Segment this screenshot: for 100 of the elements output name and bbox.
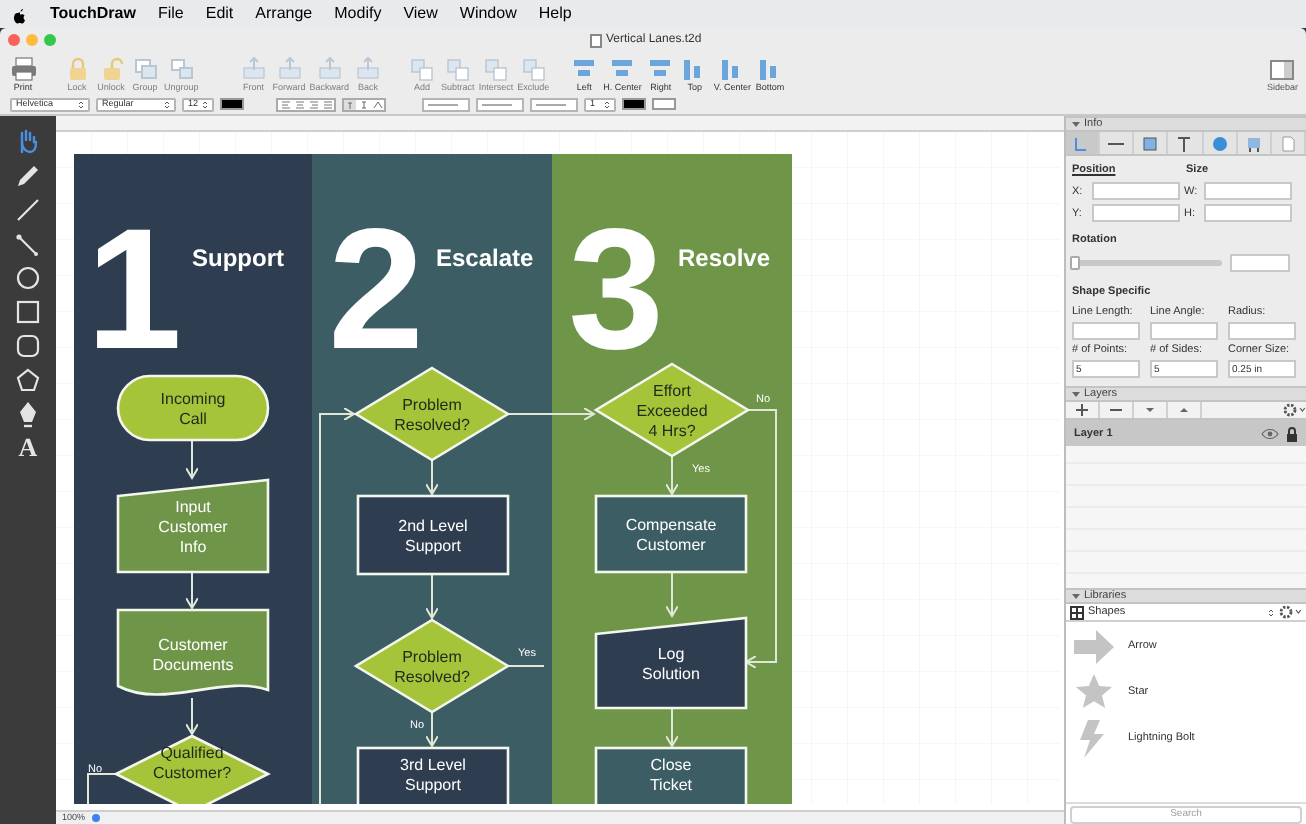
menu-item[interactable]: File xyxy=(157,2,184,26)
menu-item[interactable]: Help xyxy=(538,2,572,26)
rounded-rectangle-tool-icon[interactable] xyxy=(14,332,42,360)
shape-label: Compensate Customer xyxy=(625,516,717,554)
align-horizontal-icon xyxy=(608,56,637,82)
shape-combine-icon xyxy=(481,56,510,82)
fill-square-icon[interactable] xyxy=(1140,133,1161,153)
shape-label: Qualified Customer? xyxy=(152,744,232,782)
app-menu[interactable]: TouchDraw xyxy=(50,2,136,26)
zoom-button[interactable] xyxy=(44,34,56,46)
connector-arrow xyxy=(665,455,679,495)
menu-item[interactable]: Window xyxy=(459,2,517,26)
rotation-slider[interactable] xyxy=(1072,259,1222,265)
polygon-tool-icon[interactable] xyxy=(14,366,42,394)
arrow-shape-icon xyxy=(1072,625,1116,666)
menu-item[interactable]: Edit xyxy=(205,2,234,26)
input-field[interactable] xyxy=(1150,322,1218,340)
shape-label: Input Customer Info xyxy=(158,498,228,556)
disclosure-triangle-icon[interactable] xyxy=(1072,390,1080,399)
layer-order-icon xyxy=(354,56,383,82)
shape-label: Incoming Call xyxy=(160,390,226,428)
shape-label: Customer Documents xyxy=(152,636,234,674)
printer-icon xyxy=(9,56,37,82)
shape-combine-icon xyxy=(519,56,548,82)
connector-arrow xyxy=(425,573,439,619)
pencil-tool-icon[interactable] xyxy=(14,162,42,190)
document-icon xyxy=(590,34,602,48)
text-color-swatch[interactable] xyxy=(220,98,244,110)
shape-label: Effort Exceeded 4 Hrs? xyxy=(636,382,708,440)
eye-icon[interactable] xyxy=(1260,427,1280,440)
layer-order-icon xyxy=(239,56,268,82)
text-tool[interactable]: A xyxy=(18,434,38,462)
shape-label: Problem Resolved? xyxy=(394,396,470,434)
line-sample-icon xyxy=(428,101,458,107)
gear-icon[interactable] xyxy=(1278,604,1302,621)
close-button[interactable] xyxy=(8,34,20,46)
grid-icon xyxy=(1070,605,1084,620)
align-horizontal-icon xyxy=(570,56,599,82)
shape-label: Close Ticket xyxy=(649,756,693,794)
input-field[interactable] xyxy=(1230,253,1290,271)
pen-tool-icon[interactable] xyxy=(14,400,42,428)
circle-icon[interactable] xyxy=(1209,133,1230,153)
line-style-dropdown[interactable] xyxy=(476,97,524,111)
add-icon[interactable] xyxy=(1074,402,1090,419)
line-tool-icon[interactable] xyxy=(14,196,42,224)
slider-thumb[interactable] xyxy=(1070,255,1080,269)
connector-arrow xyxy=(425,711,439,747)
input-field[interactable] xyxy=(1092,182,1180,201)
lane-title: Escalate xyxy=(436,244,534,272)
image-icon[interactable] xyxy=(1243,133,1264,153)
group-icon xyxy=(131,56,159,82)
lane-title: Resolve xyxy=(678,244,771,272)
disclosure-triangle-icon[interactable] xyxy=(1072,120,1080,128)
connector-arrow xyxy=(185,697,199,735)
stroke-color-swatch[interactable] xyxy=(622,98,646,110)
layer-order-icon xyxy=(275,56,304,82)
line-style-dropdown[interactable] xyxy=(530,97,578,111)
input-field[interactable] xyxy=(1072,322,1140,340)
line-style-dropdown[interactable] xyxy=(422,97,470,111)
input-field[interactable] xyxy=(1092,204,1180,223)
menu-item[interactable]: View xyxy=(403,2,438,26)
lane-number: 3 xyxy=(568,194,664,386)
line-sample-icon xyxy=(482,101,512,107)
input-field[interactable] xyxy=(1228,322,1296,340)
input-field[interactable] xyxy=(1204,204,1292,223)
apple-icon[interactable] xyxy=(12,5,28,23)
lane-number: 1 xyxy=(86,194,182,386)
menu-item[interactable]: Modify xyxy=(334,2,382,26)
connector-arrow xyxy=(665,571,679,617)
connector-line xyxy=(87,773,117,804)
lock-icon[interactable] xyxy=(1286,425,1298,442)
disclosure-triangle-icon[interactable] xyxy=(1072,592,1080,601)
gear-icon[interactable] xyxy=(1282,402,1306,419)
vertical-alignment-buttons[interactable] xyxy=(342,97,386,111)
text-icon[interactable] xyxy=(1174,133,1195,153)
layer-order-icon xyxy=(315,56,344,82)
line-sample-icon xyxy=(536,101,566,107)
star-shape-icon xyxy=(1072,671,1116,712)
fill-color-swatch[interactable] xyxy=(652,98,676,110)
input-field[interactable] xyxy=(1204,182,1292,201)
lane-number: 2 xyxy=(328,194,424,386)
shape-label: Log Solution xyxy=(642,645,700,683)
align-horizontal-icon xyxy=(646,56,675,82)
shape-label: 2nd Level Support xyxy=(398,517,468,555)
ellipse-tool-icon[interactable] xyxy=(14,264,42,292)
zoom-slider-knob[interactable] xyxy=(91,814,100,822)
lane-title: Support xyxy=(192,244,284,272)
ungroup-icon xyxy=(167,56,196,82)
menu-item[interactable]: Arrange xyxy=(255,2,313,26)
shape-combine-icon xyxy=(443,56,472,82)
shape-combine-icon xyxy=(408,56,437,82)
connector-arrow xyxy=(665,707,679,747)
connector-arrow xyxy=(425,459,439,495)
text-alignment-buttons[interactable] xyxy=(276,97,336,111)
connector-tool-icon[interactable] xyxy=(14,230,42,258)
shape-label: 3rd Level Support xyxy=(400,756,466,794)
rectangle-tool-icon[interactable] xyxy=(14,298,42,326)
shape-label: Problem Resolved? xyxy=(394,648,470,686)
connector-line xyxy=(507,665,545,667)
sidebar-layout-icon xyxy=(1268,56,1297,82)
